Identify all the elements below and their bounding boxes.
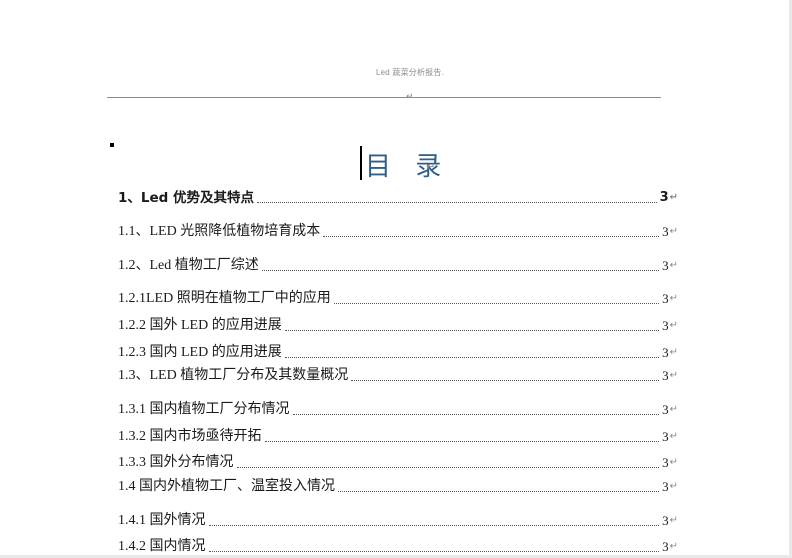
toc-entry[interactable]: 1.2.1LED 照明在植物工厂中的应用 3 ↵: [118, 288, 678, 308]
toc-entry[interactable]: 1.4 国内外植物工厂、温室投入情况 3 ↵: [118, 476, 678, 496]
toc-dot-leader: [292, 414, 660, 415]
paragraph-mark: ↵: [669, 347, 678, 358]
toc-entry[interactable]: 1.4.2 国内情况 3 ↵: [118, 536, 678, 556]
paragraph-mark: ↵: [669, 192, 678, 203]
toc-entry-page: 3: [662, 291, 669, 306]
toc-entry[interactable]: 1.4.1 国外情况 3 ↵: [118, 510, 678, 530]
header-divider: [107, 97, 661, 98]
toc-dot-leader: [236, 467, 660, 468]
paragraph-mark: ↵: [669, 481, 678, 492]
toc-entry-page: 3: [662, 368, 669, 383]
toc-entry-label: 1.2.1LED 照明在植物工厂中的应用: [118, 291, 331, 306]
paragraph-mark: ↵: [669, 226, 678, 237]
toc-title[interactable]: 目 录: [365, 146, 449, 183]
text-cursor: [360, 146, 362, 180]
toc-entry-page: 3: [662, 318, 669, 333]
toc-entry-label: 1、Led 优势及其特点: [118, 190, 255, 206]
toc-entry-label: 1.2、Led 植物工厂综述: [118, 258, 259, 273]
toc-entry[interactable]: 1.2.3 国内 LED 的应用进展 3 ↵: [118, 342, 678, 362]
toc-entry-label: 1.3.3 国外分布情况: [118, 455, 234, 470]
toc-entry-page: 3: [662, 224, 669, 239]
toc-entry[interactable]: 1.2、Led 植物工厂综述 3 ↵: [118, 255, 678, 275]
toc-dot-leader: [284, 357, 660, 358]
header-paragraph-mark: ↵: [406, 92, 414, 102]
toc-entry-label: 1.3.1 国内植物工厂分布情况: [118, 402, 290, 417]
toc-entry-label: 1.2.2 国外 LED 的应用进展: [118, 318, 282, 333]
toc-entry-page: 3: [662, 258, 669, 273]
paragraph-anchor-icon: [110, 143, 114, 147]
paragraph-mark: ↵: [669, 404, 678, 415]
paragraph-mark: ↵: [669, 260, 678, 271]
toc-entry[interactable]: 1.3.3 国外分布情况 3 ↵: [118, 452, 678, 472]
paragraph-mark: ↵: [669, 431, 678, 442]
paragraph-mark: ↵: [669, 515, 678, 526]
toc-dot-leader: [208, 525, 660, 526]
toc-entry[interactable]: 1.3.1 国内植物工厂分布情况 3 ↵: [118, 399, 678, 419]
toc-entry-label: 1.2.3 国内 LED 的应用进展: [118, 345, 282, 360]
toc-entry-page: 3: [662, 539, 669, 554]
toc-dot-leader: [284, 330, 660, 331]
toc-entry-label: 1.4.2 国内情况: [118, 539, 206, 554]
toc-entry-page: 3: [662, 402, 669, 417]
toc-dot-leader: [264, 441, 660, 442]
toc-entry-label: 1.4 国内外植物工厂、温室投入情况: [118, 479, 335, 494]
toc-dot-leader: [257, 202, 657, 203]
toc-entry-page: 3: [662, 345, 669, 360]
toc-entry[interactable]: 1.1、LED 光照降低植物培育成本 3 ↵: [118, 221, 678, 241]
toc-entry-label: 1.4.1 国外情况: [118, 513, 206, 528]
paragraph-mark: ↵: [669, 541, 678, 552]
paragraph-mark: ↵: [669, 370, 678, 381]
toc-entry[interactable]: 1.3.2 国内市场亟待开拓 3 ↵: [118, 426, 678, 446]
paragraph-mark: ↵: [669, 320, 678, 331]
toc-title-paragraph-mark: ↵: [426, 160, 436, 173]
toc-entry-page: 3: [662, 455, 669, 470]
paragraph-mark: ↵: [669, 293, 678, 304]
toc-dot-leader: [351, 380, 660, 381]
toc-dot-leader: [338, 491, 660, 492]
toc-dot-leader: [208, 551, 660, 552]
toc-dot-leader: [261, 270, 660, 271]
toc-entry-page: 3: [662, 513, 669, 528]
toc-dot-leader: [323, 236, 660, 237]
paragraph-mark: ↵: [669, 457, 678, 468]
toc-entry-page: 3: [662, 429, 669, 444]
toc-entry-page: 3: [659, 190, 669, 205]
toc-entry-label: 1.3、LED 植物工厂分布及其数量概况: [118, 368, 349, 383]
toc-entry[interactable]: 1.2.2 国外 LED 的应用进展 3 ↵: [118, 315, 678, 335]
toc-dot-leader: [333, 303, 660, 304]
page-header[interactable]: Led 蔬菜分析报告.: [0, 67, 792, 78]
toc-entry[interactable]: 1.3、LED 植物工厂分布及其数量概况 3 ↵: [118, 365, 678, 385]
toc-entry-label: 1.3.2 国内市场亟待开拓: [118, 429, 262, 444]
toc-entry-page: 3: [662, 479, 669, 494]
toc-entry-label: 1.1、LED 光照降低植物培育成本: [118, 224, 321, 239]
toc-entry[interactable]: 1、Led 优势及其特点 3 ↵: [118, 187, 678, 207]
